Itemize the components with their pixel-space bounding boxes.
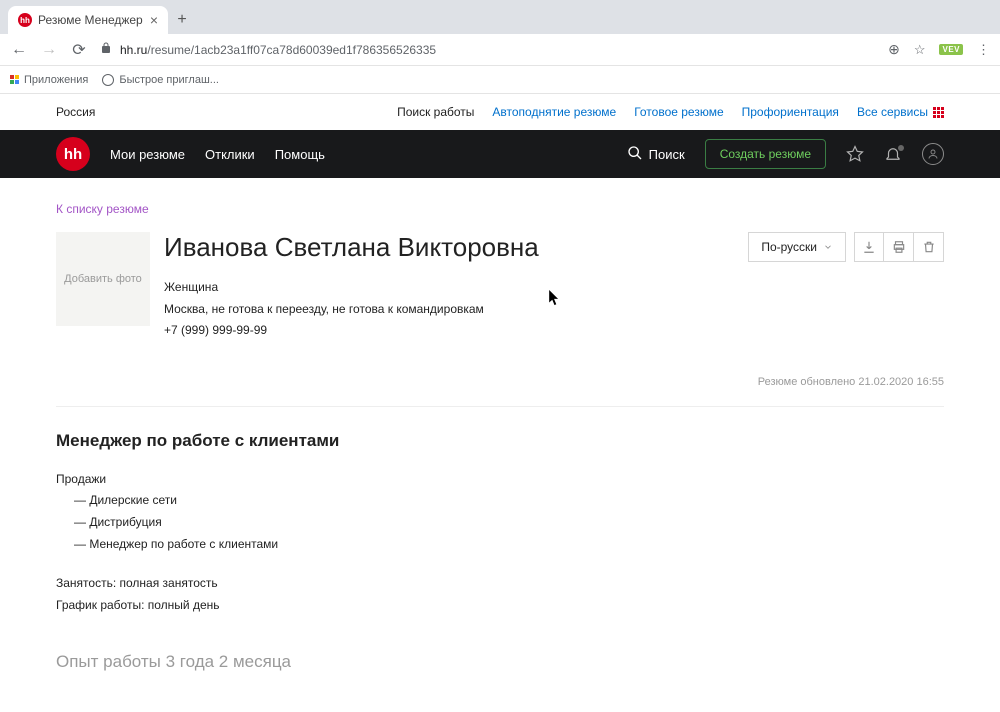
lock-icon xyxy=(100,42,112,57)
bookmark-fast-invite[interactable]: Быстрое приглаш... xyxy=(102,74,219,86)
nav-career[interactable]: Профориентация xyxy=(742,105,839,119)
apps-icon xyxy=(10,75,19,84)
star-icon xyxy=(846,145,864,163)
search-button[interactable]: Поиск xyxy=(627,145,685,164)
nav-help[interactable]: Помощь xyxy=(275,147,325,162)
extension-badge[interactable]: VEV xyxy=(939,44,963,55)
mouse-cursor xyxy=(549,290,560,306)
add-photo-button[interactable]: Добавить фото xyxy=(56,232,150,326)
notifications-button[interactable] xyxy=(884,145,902,163)
bookmark-label: Приложения xyxy=(24,74,88,86)
spec-item: — Дистрибуция xyxy=(56,512,944,534)
nav-all-services-label: Все сервисы xyxy=(857,105,928,119)
chevron-down-icon xyxy=(823,242,833,252)
browser-chrome: hh Резюме Менеджер по работе × + ← → ⟳ h… xyxy=(0,0,1000,94)
divider xyxy=(56,406,944,407)
nav-my-resumes[interactable]: Мои резюме xyxy=(110,147,185,162)
grid-icon xyxy=(933,107,944,118)
language-label: По-русски xyxy=(761,240,817,254)
create-resume-button[interactable]: Создать резюме xyxy=(705,139,826,169)
language-dropdown[interactable]: По-русски xyxy=(748,232,846,262)
page-content: К списку резюме Добавить фото Иванова Св… xyxy=(20,178,980,712)
nav-responses[interactable]: Отклики xyxy=(205,147,255,162)
tab-title: Резюме Менеджер по работе xyxy=(38,13,144,27)
search-label: Поиск xyxy=(649,147,685,162)
nav-ready-resume[interactable]: Готовое резюме xyxy=(634,105,723,119)
back-button[interactable]: ← xyxy=(10,41,28,59)
close-icon[interactable]: × xyxy=(150,12,158,28)
tab-strip: hh Резюме Менеджер по работе × + xyxy=(0,0,1000,34)
trash-icon xyxy=(922,240,936,254)
favorites-button[interactable] xyxy=(846,145,864,163)
department: Продажи xyxy=(56,469,944,491)
tab-favicon-icon: hh xyxy=(18,13,32,27)
address-bar[interactable]: hh.ru/resume/1acb23a1ff07ca78d60039ed1f7… xyxy=(100,42,876,57)
employment-block: Занятость: полная занятость График работ… xyxy=(56,573,944,616)
url-text: hh.ru/resume/1acb23a1ff07ca78d60039ed1f7… xyxy=(120,43,436,57)
browser-toolbar: ← → ⟳ hh.ru/resume/1acb23a1ff07ca78d6003… xyxy=(0,34,1000,66)
print-icon xyxy=(892,240,906,254)
bookmark-apps[interactable]: Приложения xyxy=(10,74,88,86)
back-to-list-link[interactable]: К списку резюме xyxy=(56,202,944,216)
zoom-icon[interactable]: ⊕ xyxy=(888,41,900,58)
user-icon xyxy=(927,148,939,160)
profile-button[interactable] xyxy=(922,143,944,165)
toolbar-right: ⊕ ☆ VEV ⋮ xyxy=(888,41,990,58)
specialization-block: Продажи — Дилерские сети — Дистрибуция —… xyxy=(56,469,944,555)
spec-item: — Менеджер по работе с клиентами xyxy=(56,534,944,556)
resume-header: Добавить фото Иванова Светлана Викторовн… xyxy=(56,232,944,342)
employment-line: Занятость: полная занятость xyxy=(56,573,944,595)
forward-button[interactable]: → xyxy=(40,41,58,59)
bookmarks-bar: Приложения Быстрое приглаш... xyxy=(0,66,1000,94)
person-gender: Женщина xyxy=(164,277,734,299)
site-topnav: Россия Поиск работы Автоподнятие резюме … xyxy=(20,94,980,130)
notification-dot xyxy=(898,145,904,151)
person-name: Иванова Светлана Викторовна xyxy=(164,232,734,263)
spec-item: — Дилерские сети xyxy=(56,490,944,512)
download-icon xyxy=(862,240,876,254)
download-button[interactable] xyxy=(854,232,884,262)
star-icon[interactable]: ☆ xyxy=(914,42,926,58)
kebab-menu-icon[interactable]: ⋮ xyxy=(977,42,990,58)
hh-logo[interactable]: hh xyxy=(56,137,90,171)
nav-auto-raise[interactable]: Автоподнятие резюме xyxy=(492,105,616,119)
updated-timestamp: Резюме обновлено 21.02.2020 16:55 xyxy=(56,376,944,388)
position-title: Менеджер по работе с клиентами xyxy=(56,431,944,451)
bookmark-label: Быстрое приглаш... xyxy=(119,74,219,86)
experience-title: Опыт работы 3 года 2 месяца xyxy=(56,652,944,672)
nav-search-work[interactable]: Поиск работы xyxy=(397,105,474,119)
reload-button[interactable]: ⟳ xyxy=(70,40,88,60)
schedule-line: График работы: полный день xyxy=(56,595,944,617)
header-dark: hh Мои резюме Отклики Помощь Поиск Созда… xyxy=(0,130,1000,178)
nav-all-services[interactable]: Все сервисы xyxy=(857,105,944,119)
search-icon xyxy=(627,145,643,164)
print-button[interactable] xyxy=(884,232,914,262)
person-location: Москва, не готова к переезду, не готова … xyxy=(164,299,734,321)
browser-tab[interactable]: hh Резюме Менеджер по работе × xyxy=(8,6,168,34)
region-selector[interactable]: Россия xyxy=(56,105,95,119)
new-tab-button[interactable]: + xyxy=(168,6,196,34)
delete-button[interactable] xyxy=(914,232,944,262)
globe-icon xyxy=(102,74,114,86)
person-phone: +7 (999) 999-99-99 xyxy=(164,320,734,342)
